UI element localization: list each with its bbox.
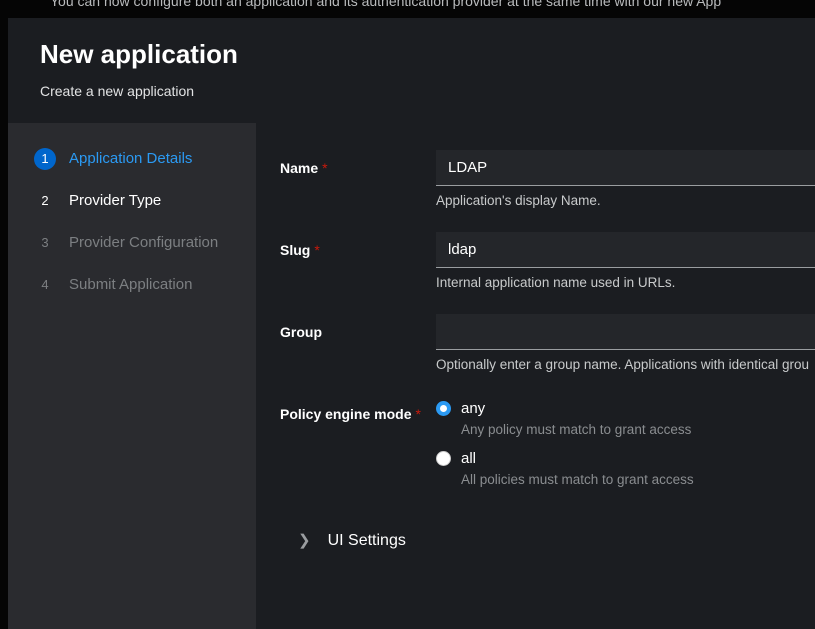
group-field-label: Group [280,314,436,372]
name-field-control: Application's display Name. [436,150,815,208]
group-field-row: Group Optionally enter a group name. App… [280,314,815,372]
ui-settings-label: UI Settings [328,532,406,550]
radio-checked-icon[interactable] [436,401,451,416]
radio-option-label: any [461,400,485,417]
name-field-help: Application's display Name. [436,193,815,208]
label-text: Group [280,324,322,340]
name-field-label: Name* [280,150,436,208]
step-label: Application Details [69,150,192,167]
radio-option-all[interactable]: all [436,450,815,467]
step-number-badge: 3 [34,232,56,254]
required-asterisk: * [415,406,420,422]
radio-option-all-help: All policies must match to grant access [461,472,815,487]
policy-engine-mode-options: any Any policy must match to grant acces… [436,396,815,500]
label-text: Name [280,160,318,176]
page-background: { "banner": { "text": "You can now confi… [0,0,815,629]
step-number-badge: 4 [34,274,56,296]
group-input[interactable] [436,314,815,350]
radio-option-any-help: Any policy must match to grant access [461,422,815,437]
required-asterisk: * [314,242,319,258]
step-number-badge: 1 [34,148,56,170]
wizard-step-provider-type[interactable]: 2 Provider Type [8,180,256,222]
radio-unchecked-icon[interactable] [436,451,451,466]
slug-field-help: Internal application name used in URLs. [436,275,815,290]
label-text: Policy engine mode [280,406,411,422]
slug-field-control: Internal application name used in URLs. [436,232,815,290]
radio-option-label: all [461,450,476,467]
modal-header: New application Create a new application [8,18,815,123]
step-label: Submit Application [69,276,192,293]
application-details-form: Name* Application's display Name. Slug* … [256,123,815,629]
radio-option-any[interactable]: any [436,400,815,417]
policy-engine-mode-label: Policy engine mode* [280,396,436,500]
notification-banner: You can now configure both an applicatio… [0,0,815,11]
slug-input[interactable] [436,232,815,268]
policy-engine-mode-row: Policy engine mode* any Any policy must … [280,396,815,500]
required-asterisk: * [322,160,327,176]
step-number-badge: 2 [34,190,56,212]
group-field-help: Optionally enter a group name. Applicati… [436,357,815,372]
chevron-right-icon: ❯ [298,533,311,548]
name-field-row: Name* Application's display Name. [280,150,815,208]
name-input[interactable] [436,150,815,186]
group-field-control: Optionally enter a group name. Applicati… [436,314,815,372]
wizard-step-provider-configuration: 3 Provider Configuration [8,222,256,264]
step-label: Provider Type [69,192,161,209]
notification-banner-text: You can now configure both an applicatio… [50,0,815,9]
wizard-nav: 1 Application Details 2 Provider Type 3 … [8,123,256,629]
wizard-step-application-details[interactable]: 1 Application Details [8,138,256,180]
slug-field-label: Slug* [280,232,436,290]
new-application-modal: New application Create a new application… [8,18,815,629]
step-label: Provider Configuration [69,234,218,251]
modal-body: 1 Application Details 2 Provider Type 3 … [8,123,815,629]
modal-subtitle: Create a new application [40,83,815,99]
ui-settings-expander[interactable]: ❯ UI Settings [280,532,815,550]
slug-field-row: Slug* Internal application name used in … [280,232,815,290]
wizard-step-submit-application: 4 Submit Application [8,264,256,306]
modal-title: New application [40,40,815,69]
label-text: Slug [280,242,310,258]
